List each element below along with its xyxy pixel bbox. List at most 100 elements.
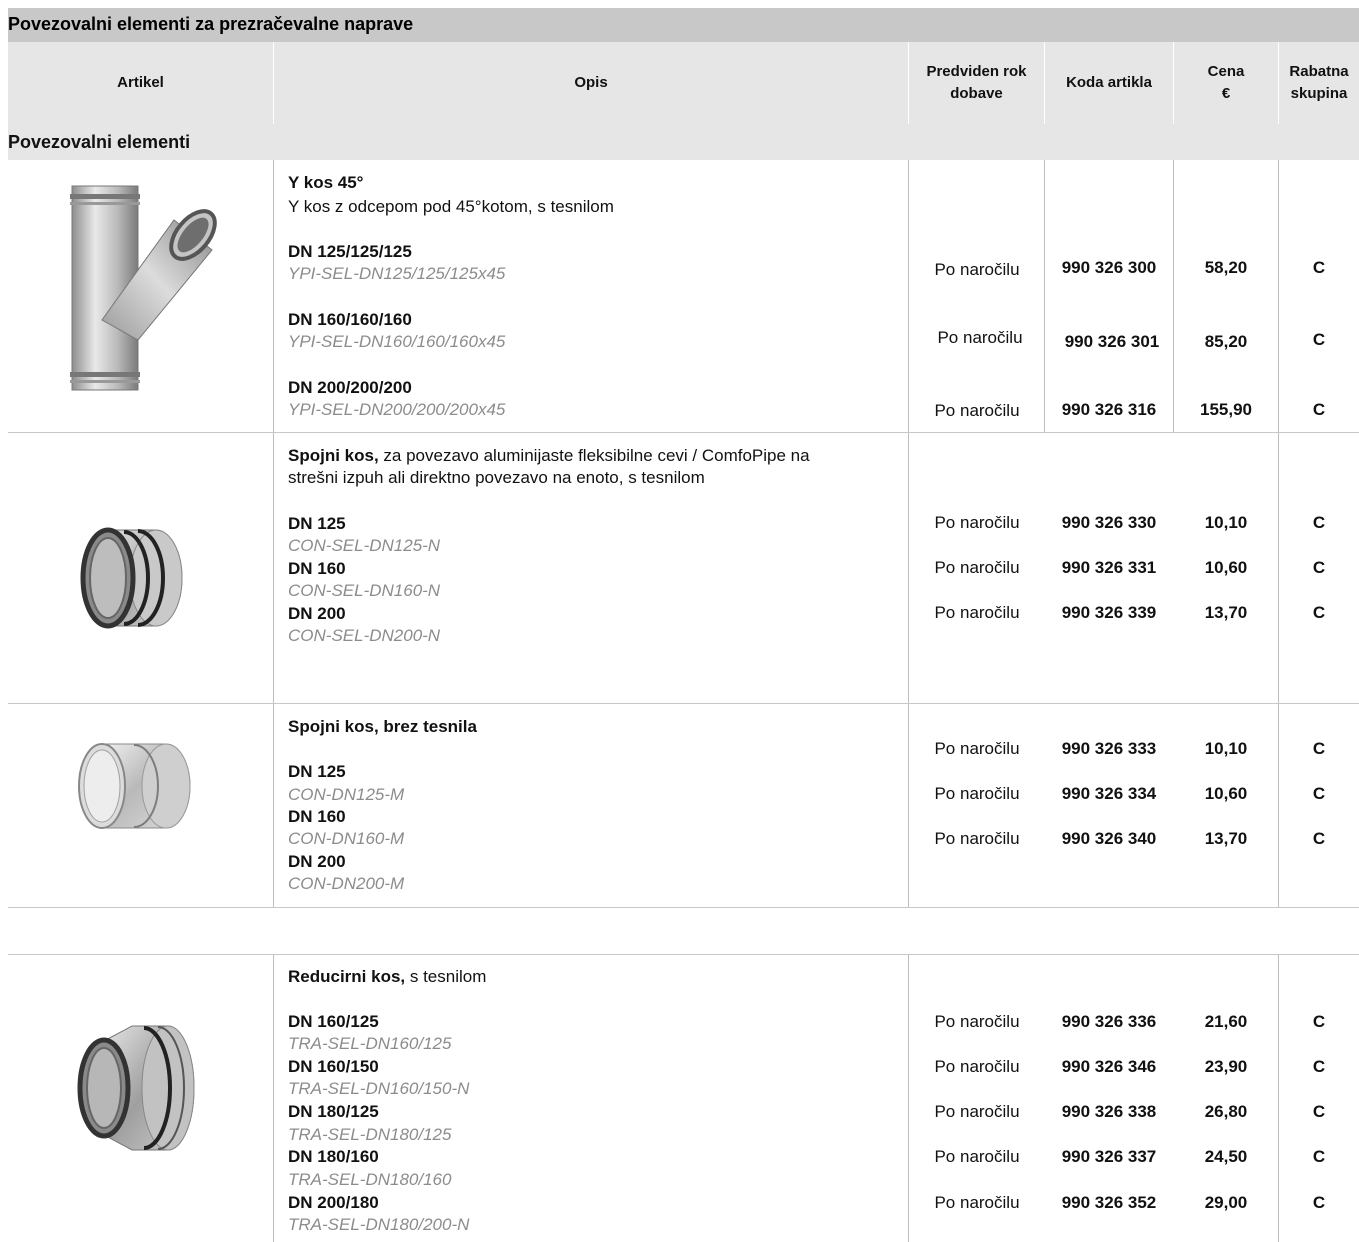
- variant-cena: 24,50: [1204, 1147, 1248, 1166]
- variant-cena: 13,70: [1204, 829, 1248, 848]
- variant-rok: Po naročilu: [934, 829, 1020, 848]
- variant-rabat: C: [1312, 1102, 1326, 1121]
- variant-cena: 10,10: [1204, 739, 1248, 758]
- reducer-icon: [77, 1025, 195, 1151]
- product-name: Spojni kos, brez tesnila: [288, 717, 477, 736]
- variant-cena: 26,80: [1204, 1102, 1248, 1121]
- variant-rok: Po naročilu: [934, 1057, 1020, 1076]
- variant-koda: 990 326 301: [1064, 332, 1160, 351]
- variant-dn: DN 200: [288, 604, 346, 623]
- header-cena: Cena €: [1207, 63, 1245, 102]
- variant-koda: 990 326 300: [1061, 258, 1157, 277]
- product-description: Reducirni kos, s tesnilom: [288, 967, 487, 986]
- variant-dn: DN 200/200/200: [288, 378, 412, 397]
- variant-rabat: C: [1312, 1147, 1326, 1166]
- divider: [8, 432, 1359, 433]
- variant-cena: 29,00: [1204, 1193, 1248, 1212]
- variant-rabat: C: [1312, 784, 1326, 803]
- product-description: Y kos z odcepom pod 45°kotom, s tesnilom: [288, 197, 614, 216]
- product-description: Spojni kos, za povezavo aluminijaste fle…: [288, 446, 810, 465]
- variant-cena: 10,60: [1204, 784, 1248, 803]
- connector-no-seal-icon: [78, 743, 191, 829]
- section-title: Povezovalni elementi: [8, 132, 191, 152]
- variant-koda: 990 326 333: [1061, 739, 1157, 758]
- variant-rok: Po naročilu: [937, 328, 1023, 347]
- variant-rabat: C: [1312, 739, 1326, 758]
- variant-code: TRA-SEL-DN180/160: [288, 1170, 452, 1189]
- variant-cena: 10,60: [1204, 558, 1248, 577]
- variant-rabat: C: [1312, 1193, 1326, 1212]
- variant-dn: DN 125: [288, 514, 346, 533]
- variant-koda: 990 326 352: [1061, 1193, 1157, 1212]
- variant-dn: DN 200/180: [288, 1193, 379, 1212]
- divider: [908, 42, 909, 124]
- variant-rok: Po naročilu: [934, 603, 1020, 622]
- variant-code: CON-DN160-M: [288, 829, 405, 848]
- divider: [1173, 160, 1174, 432]
- divider: [1044, 160, 1045, 432]
- variant-cena: 10,10: [1204, 513, 1248, 532]
- variant-rok: Po naročilu: [934, 1147, 1020, 1166]
- connector-with-seal-icon: [80, 527, 183, 629]
- variant-code: TRA-SEL-DN180/200-N: [288, 1215, 470, 1234]
- variant-koda: 990 326 339: [1061, 603, 1157, 622]
- variant-code: CON-DN125-M: [288, 785, 405, 804]
- variant-rok: Po naročilu: [934, 1102, 1020, 1121]
- variant-rok: Po naročilu: [934, 784, 1020, 803]
- page-title: Povezovalni elementi za prezračevalne na…: [8, 14, 414, 34]
- header-rabat: Rabatna skupina: [1289, 63, 1349, 102]
- variant-rok: Po naročilu: [934, 739, 1020, 758]
- variant-code: TRA-SEL-DN160/150-N: [288, 1079, 470, 1098]
- variant-koda: 990 326 340: [1061, 829, 1157, 848]
- variant-dn: DN 200: [288, 852, 346, 871]
- variant-koda: 990 326 331: [1061, 558, 1157, 577]
- divider: [8, 703, 1359, 704]
- divider: [273, 160, 274, 907]
- variant-koda: 990 326 346: [1061, 1057, 1157, 1076]
- variant-dn: DN 180/125: [288, 1102, 379, 1121]
- variant-dn: DN 160/125: [288, 1012, 379, 1031]
- variant-code: CON-SEL-DN160-N: [288, 581, 441, 600]
- variant-code: YPI-SEL-DN200/200/200x45: [288, 400, 506, 419]
- variant-code: TRA-SEL-DN160/125: [288, 1034, 452, 1053]
- header-rok: Predviden rok dobave: [926, 63, 1027, 102]
- variant-rok: Po naročilu: [934, 513, 1020, 532]
- variant-rabat: C: [1312, 558, 1326, 577]
- divider: [273, 42, 274, 124]
- variant-cena: 155,90: [1200, 400, 1252, 419]
- variant-code: CON-DN200-M: [288, 874, 405, 893]
- divider: [8, 954, 1359, 955]
- variant-rok: Po naročilu: [934, 1012, 1020, 1031]
- variant-rok: Po naročilu: [934, 1193, 1020, 1212]
- variant-rok: Po naročilu: [934, 401, 1020, 420]
- y-piece-45-icon: [70, 185, 217, 391]
- variant-dn: DN 125/125/125: [288, 242, 412, 261]
- variant-code: YPI-SEL-DN125/125/125x45: [288, 264, 506, 283]
- header-artikel: Artikel: [117, 74, 164, 91]
- variant-rabat: C: [1312, 1057, 1326, 1076]
- variant-rok: Po naročilu: [934, 260, 1020, 279]
- variant-cena: 58,20: [1204, 258, 1248, 277]
- variant-rabat: C: [1312, 829, 1326, 848]
- variant-code: TRA-SEL-DN180/125: [288, 1125, 452, 1144]
- variant-rabat: C: [1312, 258, 1326, 277]
- variant-rok: Po naročilu: [934, 558, 1020, 577]
- divider: [1173, 42, 1174, 124]
- variant-cena: 85,20: [1204, 332, 1248, 351]
- variant-rabat: C: [1312, 400, 1326, 419]
- divider: [908, 954, 909, 1242]
- variant-dn: DN 160: [288, 559, 346, 578]
- product-name: Y kos 45°: [288, 173, 364, 192]
- variant-code: YPI-SEL-DN160/160/160x45: [288, 332, 506, 351]
- variant-koda: 990 326 337: [1061, 1147, 1157, 1166]
- header-opis: Opis: [574, 74, 608, 91]
- divider: [1044, 42, 1045, 124]
- variant-code: CON-SEL-DN200-N: [288, 626, 441, 645]
- variant-cena: 21,60: [1204, 1012, 1248, 1031]
- variant-dn: DN 160: [288, 807, 346, 826]
- variant-cena: 13,70: [1204, 603, 1248, 622]
- variant-cena: 23,90: [1204, 1057, 1248, 1076]
- variant-dn: DN 160/160/160: [288, 310, 412, 329]
- variant-rabat: C: [1312, 603, 1326, 622]
- variant-dn: DN 125: [288, 762, 346, 781]
